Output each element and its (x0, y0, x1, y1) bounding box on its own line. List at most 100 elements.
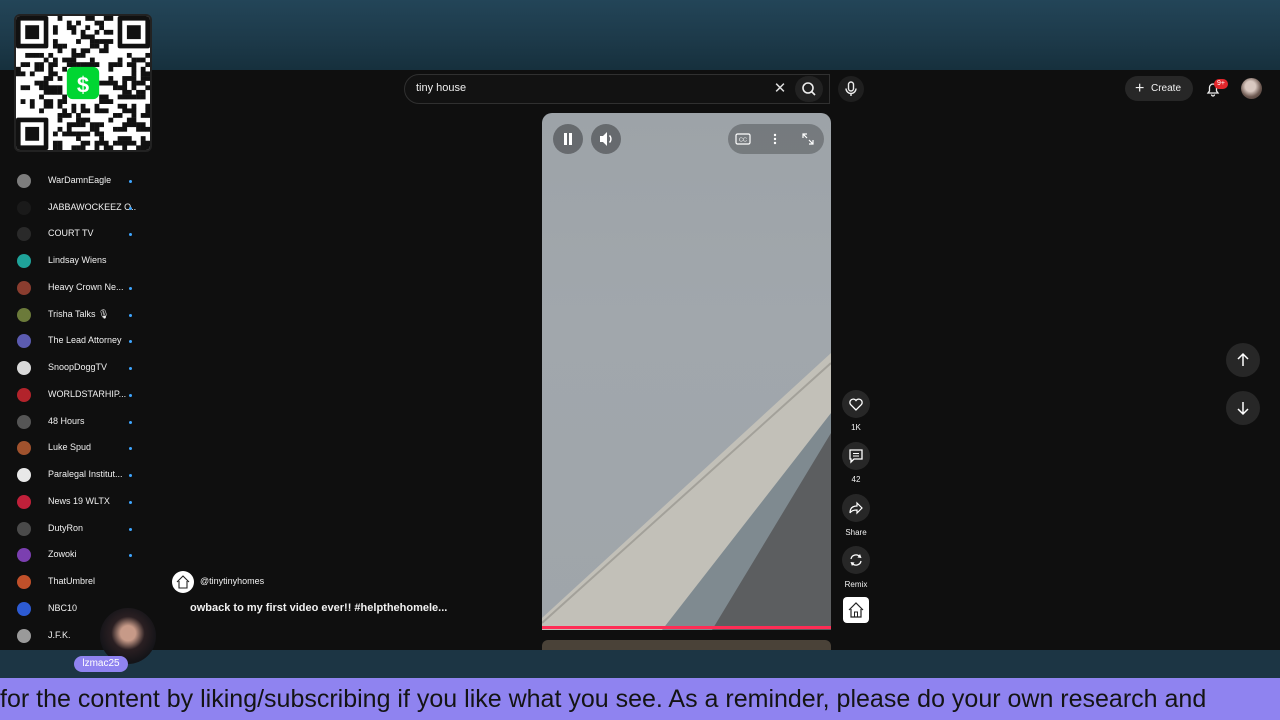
pause-button[interactable] (553, 124, 583, 154)
sidebar-item[interactable]: 48 Hours (0, 409, 150, 435)
video-frame (542, 353, 831, 630)
channel-avatar (17, 495, 31, 509)
next-short-button[interactable] (1226, 391, 1260, 425)
sidebar-item[interactable]: Trisha Talks 🎙 (0, 302, 150, 328)
channel-avatar (17, 575, 31, 589)
channel-avatar[interactable] (172, 571, 194, 593)
fullscreen-icon[interactable] (800, 131, 816, 147)
sidebar-item-label: Luke Spud (48, 442, 92, 452)
sidebar-item-label: WarDamnEagle (48, 175, 112, 185)
new-content-dot (129, 314, 132, 317)
ticker-text: for the content by liking/subscribing if… (0, 685, 1207, 713)
channel-handle[interactable]: @tinytinyhomes (200, 576, 264, 586)
comments-button[interactable] (842, 442, 870, 470)
channel-avatar (17, 227, 31, 241)
sidebar-item[interactable]: WORLDSTARHIP... (0, 382, 150, 408)
video-caption[interactable]: owback to my first video ever!! #helpthe… (190, 602, 447, 614)
channel-avatar (17, 468, 31, 482)
channel-avatar (17, 441, 31, 455)
sidebar-item[interactable]: Zowoki (0, 542, 150, 568)
remix-icon (850, 554, 862, 566)
sidebar-item-label: DutyRon (48, 523, 84, 533)
new-content-dot (129, 367, 132, 370)
channel-avatar (17, 388, 31, 402)
sidebar-item[interactable]: JABBAWOCKEEZ O... (0, 195, 150, 221)
previous-short-button[interactable] (1226, 343, 1260, 377)
new-content-dot (129, 180, 132, 183)
video-progress-bar[interactable] (542, 626, 831, 629)
channel-avatar (17, 174, 31, 188)
channel-avatar (17, 629, 31, 643)
share-button[interactable] (842, 494, 870, 522)
volume-icon (600, 132, 612, 146)
heart-icon (849, 398, 863, 411)
closed-captions-icon[interactable]: CC (734, 131, 752, 147)
sidebar-item-label: 48 Hours (48, 416, 85, 426)
channel-avatar (17, 308, 31, 322)
sidebar-item[interactable]: COURT TV (0, 221, 150, 247)
sidebar-item[interactable]: Heavy Crown Ne... (0, 275, 150, 301)
new-content-dot (129, 421, 132, 424)
new-content-dot (129, 501, 132, 504)
sidebar-item-label: ThatUmbrel (48, 576, 96, 586)
sidebar-item-label: JABBAWOCKEEZ O... (48, 202, 136, 212)
sidebar-item-label: Heavy Crown Ne... (48, 282, 124, 292)
voice-search-button[interactable] (838, 76, 864, 102)
channel-avatar (17, 522, 31, 536)
sidebar-item[interactable]: News 19 WLTX (0, 489, 150, 515)
stream-top-band (0, 0, 1280, 70)
sidebar-item[interactable]: SnoopDoggTV (0, 355, 150, 381)
sound-thumbnail[interactable] (843, 597, 869, 623)
sidebar-item[interactable]: Lindsay Wiens (0, 248, 150, 274)
sidebar-subscriptions: ... WarDamnEagle JABBAWOCKEEZ O... COURT… (0, 145, 150, 648)
channel-avatar (17, 334, 31, 348)
sidebar-item-label: The Lead Attorney (48, 335, 122, 345)
like-count: 1K (851, 423, 861, 432)
sidebar-item[interactable]: WarDamnEagle (0, 168, 150, 194)
comment-icon (849, 449, 863, 464)
remix-button[interactable] (842, 546, 870, 574)
plus-icon: + (1135, 80, 1145, 97)
sidebar-item[interactable]: DutyRon (0, 516, 150, 542)
volume-button[interactable] (591, 124, 621, 154)
sidebar-item-label: COURT TV (48, 228, 94, 238)
new-content-dot (129, 554, 132, 557)
stream-bottom-band (0, 650, 1280, 678)
notification-badge: 9+ (1214, 79, 1228, 89)
channel-avatar (17, 281, 31, 295)
arrow-down-icon (1237, 402, 1249, 416)
more-options-icon[interactable] (768, 131, 782, 147)
account-avatar[interactable] (1241, 78, 1262, 99)
new-content-dot (129, 207, 132, 210)
sidebar-item[interactable]: Paralegal Institut... (0, 462, 150, 488)
sidebar-item[interactable]: ThatUmbrel (0, 569, 150, 595)
short-video-player[interactable] (542, 113, 831, 630)
sidebar-item-label: Zowoki (48, 549, 77, 559)
sidebar-item-label: WORLDSTARHIP... (48, 389, 127, 399)
search-input[interactable] (404, 74, 830, 104)
search-button[interactable] (795, 76, 823, 102)
channel-avatar (17, 361, 31, 375)
like-button[interactable] (842, 390, 870, 418)
house-icon (848, 602, 864, 618)
create-label: Create (1151, 83, 1182, 94)
svg-text:$: $ (77, 73, 89, 98)
sidebar-item-label: News 19 WLTX (48, 496, 110, 506)
house-icon (176, 575, 190, 589)
new-content-dot (129, 447, 132, 450)
search-icon (802, 82, 816, 96)
share-icon (849, 501, 863, 515)
new-content-dot (129, 233, 132, 236)
create-button[interactable]: + Create (1125, 76, 1193, 101)
remix-label: Remix (844, 580, 868, 589)
share-label: Share (845, 528, 867, 537)
close-icon[interactable]: ✕ (770, 79, 790, 99)
next-short-preview[interactable] (542, 640, 831, 650)
sidebar-item[interactable]: The Lead Attorney (0, 328, 150, 354)
channel-avatar (17, 415, 31, 429)
sidebar-item-label: SnoopDoggTV (48, 362, 108, 372)
sidebar-item[interactable]: Luke Spud (0, 435, 150, 461)
new-content-dot (129, 340, 132, 343)
channel-avatar (17, 602, 31, 616)
scrolling-ticker: for the content by liking/subscribing if… (0, 678, 1280, 720)
